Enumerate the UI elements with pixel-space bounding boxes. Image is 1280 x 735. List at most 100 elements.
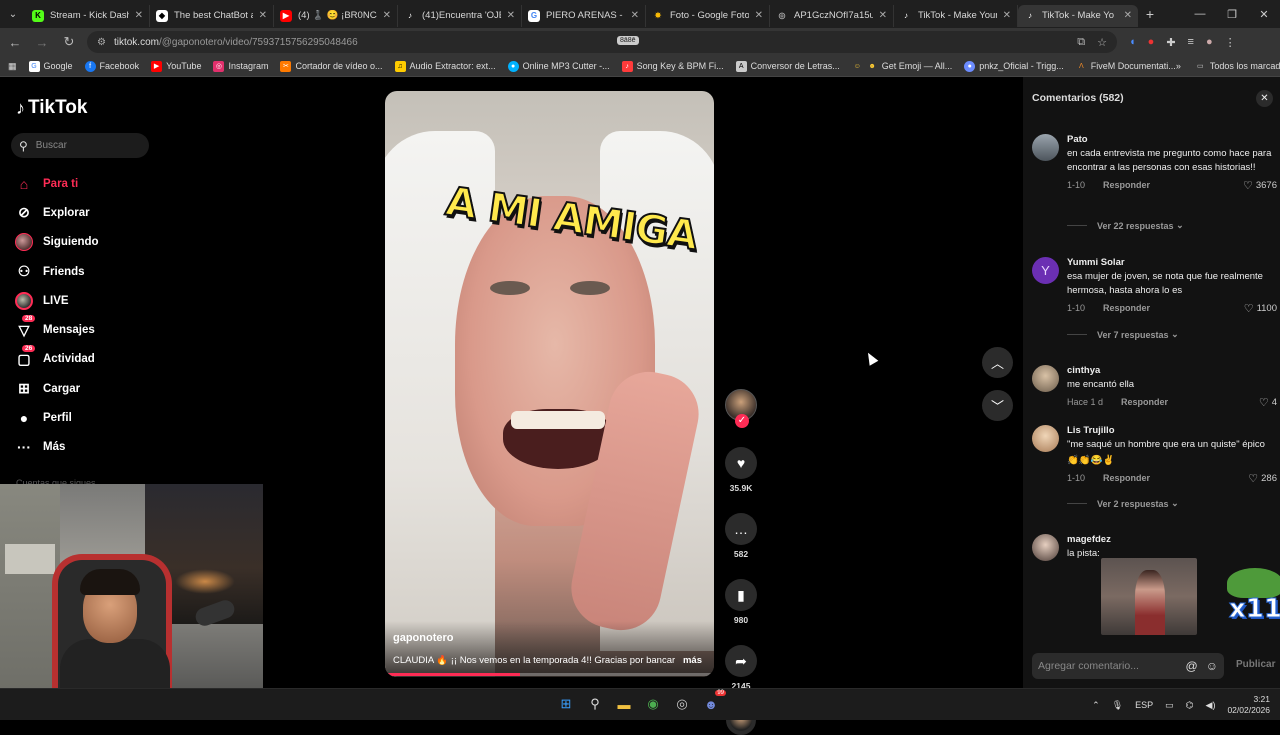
search-input[interactable]: ⚲ Buscar	[11, 133, 149, 158]
profile-avatar-icon[interactable]: ●	[1206, 36, 1213, 49]
comment-likes[interactable]: ♡ 3676	[1243, 179, 1277, 192]
sidebar-item-mas[interactable]: ··· Más	[14, 433, 99, 462]
new-tab-button[interactable]: +	[1138, 6, 1162, 22]
post-comment-button[interactable]: Publicar	[1236, 659, 1275, 670]
maximize-icon[interactable]: ❐	[1216, 8, 1248, 21]
view-replies-button[interactable]: Ver 22 respuestas ⌄	[1067, 220, 1184, 231]
tab-tiktok-search[interactable]: ♪ (41)Encuentra 'OJERA ✕	[398, 4, 522, 27]
video-username[interactable]: gaponotero	[393, 632, 454, 644]
comment-author[interactable]: magefdez	[1067, 534, 1277, 545]
bookmark-star-icon[interactable]: ☆	[1097, 36, 1107, 49]
close-tab-icon[interactable]: ✕	[507, 10, 515, 21]
bookmark-trigger[interactable]: ● pnkz_Oficial - Trigg...	[964, 60, 1064, 72]
reply-button[interactable]: Responder	[1103, 303, 1150, 313]
bookmark-instagram[interactable]: ◎ Instagram	[213, 60, 268, 72]
tab-google-photos[interactable]: ✸ Foto - Google Fotos ✕	[646, 4, 770, 27]
previous-video-button[interactable]: ︿	[982, 347, 1013, 378]
reply-button[interactable]: Responder	[1103, 473, 1150, 483]
url-input[interactable]: ⚙ tiktok.com/@gaponotero/video/759371575…	[87, 31, 1117, 53]
pepe-sticker[interactable]: x11	[1223, 568, 1280, 632]
avatar[interactable]	[1032, 134, 1059, 161]
save-action[interactable]: ▮ 980	[722, 579, 760, 625]
bookmark-audio-extractor[interactable]: ♫ Audio Extractor: ext...	[394, 60, 496, 72]
comment-likes[interactable]: ♡ 4	[1259, 396, 1277, 409]
sidebar-item-friends[interactable]: ⚇ Friends	[14, 257, 99, 286]
close-tab-icon[interactable]: ✕	[259, 10, 267, 21]
sidebar-item-para-ti[interactable]: ⌂ Para ti	[14, 169, 99, 198]
browser-menu-icon[interactable]: ⋮	[1225, 36, 1236, 49]
discord-icon[interactable]: ☻ 99	[701, 690, 726, 714]
sidebar-item-cargar[interactable]: ⊞ Cargar	[14, 374, 99, 403]
install-app-icon[interactable]: ⧉	[1077, 36, 1085, 49]
tab-tiktok[interactable]: ♪ TikTok - Make Your D ✕	[894, 4, 1018, 27]
sidebar-item-siguiendo[interactable]: Siguiendo	[14, 228, 99, 257]
reply-button[interactable]: Responder	[1121, 397, 1168, 407]
comment-author[interactable]: cinthya	[1067, 365, 1277, 376]
bookmark-video-cutter[interactable]: ✂ Cortador de vídeo o...	[280, 60, 383, 72]
extensions-puzzle-icon[interactable]: ✚	[1166, 36, 1175, 49]
network-icon[interactable]: ⌬	[1186, 700, 1194, 711]
apps-grid-icon[interactable]: ▦	[8, 61, 17, 72]
obs-icon[interactable]: ◎	[672, 694, 692, 714]
close-window-icon[interactable]: ✕	[1248, 8, 1280, 21]
volume-icon[interactable]: ◀)	[1206, 700, 1216, 711]
avatar[interactable]: Y	[1032, 257, 1059, 284]
clock[interactable]: 3:21 02/02/2026	[1227, 694, 1270, 716]
microphone-icon[interactable]: 🎙	[1112, 700, 1123, 711]
like-action[interactable]: ♥ 35.9K	[722, 447, 760, 493]
tab-kick[interactable]: K Stream - Kick Dashbo ✕	[26, 4, 150, 27]
comment-author[interactable]: Lis Trujillo	[1067, 425, 1277, 436]
description-more-link[interactable]: más	[683, 655, 702, 666]
minimize-icon[interactable]: —	[1184, 8, 1216, 21]
tab-google-search[interactable]: G PIERO ARENAS - Bus ✕	[522, 4, 646, 27]
comment-input[interactable]: Agregar comentario... @ ☺	[1032, 653, 1224, 679]
comment-author[interactable]: Pato	[1067, 134, 1277, 145]
bookmarks-overflow-icon[interactable]: »	[1176, 61, 1181, 71]
tab-youtube[interactable]: ▶ (4) ♟️ 😊 ¡BR0NC4S ✕	[274, 4, 398, 27]
heart-icon[interactable]: ♥	[725, 447, 757, 479]
site-info-icon[interactable]: ⚙	[97, 37, 106, 48]
bookmark-icon[interactable]: ▮	[725, 579, 757, 611]
chrome-icon[interactable]: ◉	[643, 694, 663, 714]
close-tab-icon[interactable]: ✕	[755, 10, 763, 21]
bookmark-get-emoji[interactable]: ☺ ☻ Get Emoji — All...	[852, 61, 953, 72]
sidebar-item-perfil[interactable]: ● Perfil	[14, 403, 99, 432]
all-bookmarks-folder[interactable]: ▭Todos los marcadores	[1195, 61, 1280, 72]
emoji-icon[interactable]: ☺	[1206, 659, 1218, 673]
media-controls-icon[interactable]: ≡	[1188, 36, 1194, 49]
language-indicator[interactable]: ESP	[1135, 700, 1153, 710]
mention-icon[interactable]: @	[1186, 659, 1198, 673]
follow-plus-icon[interactable]: ✓	[735, 414, 749, 428]
chevron-up-icon[interactable]: ⌃	[1092, 700, 1100, 711]
close-tab-icon[interactable]: ✕	[1003, 10, 1011, 21]
bookmark-youtube[interactable]: ▶ YouTube	[151, 60, 201, 72]
extension-voice-icon[interactable]: ◖	[1129, 36, 1136, 49]
video-progress-bar[interactable]	[385, 673, 714, 676]
avatar[interactable]	[1032, 534, 1059, 561]
video-player[interactable]: A MI AMIGA gaponotero CLAUDIA 🔥 ¡¡ Nos v…	[385, 91, 714, 677]
close-comments-button[interactable]: ✕	[1256, 90, 1273, 107]
close-tab-icon[interactable]: ✕	[631, 10, 639, 21]
reload-icon[interactable]: ↻	[57, 34, 81, 50]
bookmark-mp3-cutter[interactable]: ● Online MP3 Cutter -...	[507, 60, 610, 72]
comment-likes[interactable]: ♡ 286	[1248, 472, 1277, 485]
comment-likes[interactable]: ♡ 1100	[1244, 302, 1277, 315]
tab-chatbot[interactable]: ◆ The best ChatBot and ✕	[150, 4, 274, 27]
sidebar-item-actividad[interactable]: ▢ 26 Actividad	[14, 344, 99, 374]
view-replies-button[interactable]: Ver 2 respuestas ⌄	[1067, 498, 1179, 509]
bookmark-song-key[interactable]: ♪ Song Key & BPM Fi...	[621, 60, 724, 72]
sidebar-item-live[interactable]: LIVE	[14, 286, 99, 315]
forward-icon[interactable]: →	[30, 35, 54, 50]
next-video-button[interactable]: ﹀	[982, 390, 1013, 421]
tab-search-chevron-icon[interactable]: ⌄	[0, 0, 26, 28]
bookmark-facebook[interactable]: f Facebook	[84, 60, 139, 72]
reply-button[interactable]: Responder	[1103, 180, 1150, 190]
extension-record-icon[interactable]: ●	[1148, 36, 1155, 49]
tab-tiktok-active[interactable]: ♪ TikTok - Make Yo ✕	[1018, 4, 1138, 27]
back-icon[interactable]: ←	[3, 35, 27, 50]
comment-action[interactable]: … 582	[722, 513, 760, 559]
windows-start-icon[interactable]: ⊞	[556, 694, 576, 714]
file-explorer-icon[interactable]: ▬	[614, 694, 634, 714]
sidebar-item-mensajes[interactable]: ▽ 28 Mensajes	[14, 315, 99, 344]
share-action[interactable]: ➦ 2145	[722, 645, 760, 691]
